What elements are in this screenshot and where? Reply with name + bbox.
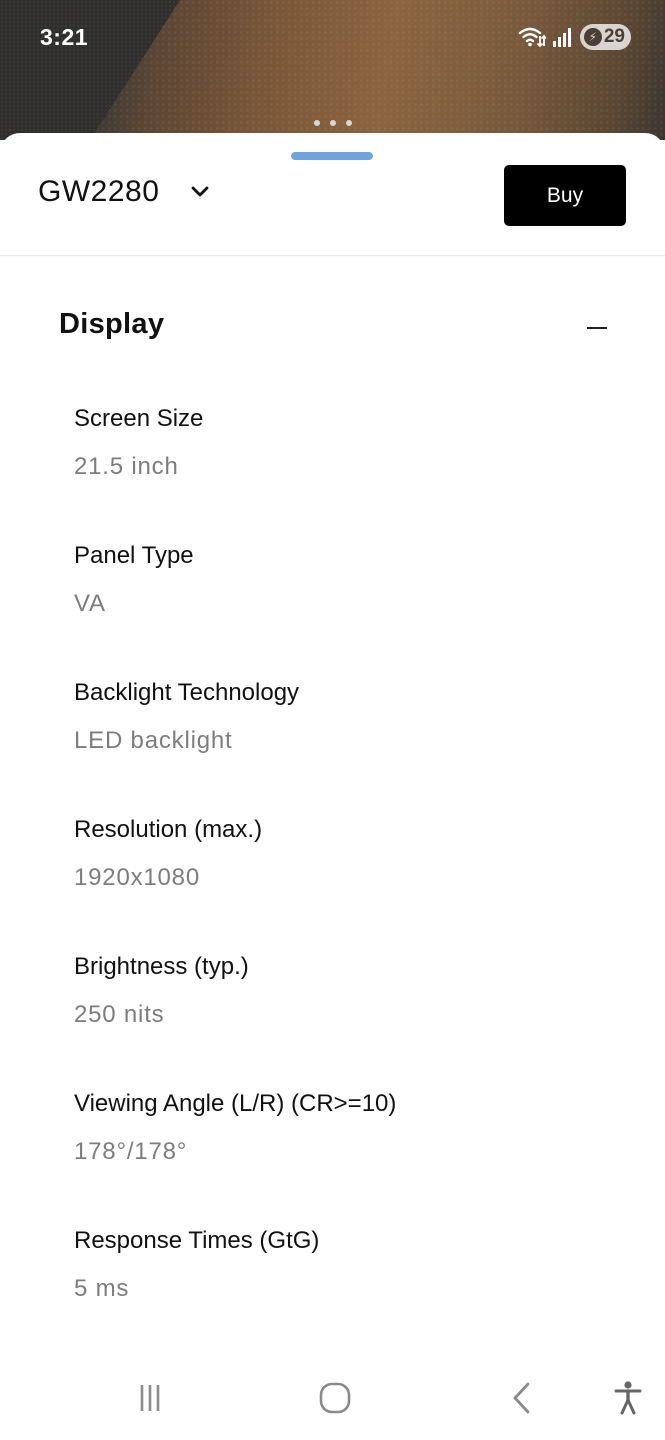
spec-value: VA bbox=[74, 590, 106, 617]
back-icon bbox=[513, 1382, 530, 1414]
spec-value: 178°/178° bbox=[74, 1138, 188, 1165]
screen: 3:21 ⚡ 29 GW2280 Buy Display Screen Size… bbox=[0, 0, 665, 1440]
buy-button[interactable]: Buy bbox=[504, 165, 626, 226]
spec-item: Backlight Technology LED backlight bbox=[74, 677, 634, 814]
signal-icon bbox=[552, 28, 571, 47]
spec-item: Brightness (typ.) 250 nits bbox=[74, 951, 634, 1088]
pager-dot bbox=[313, 120, 320, 126]
recent-apps-icon bbox=[140, 1385, 160, 1411]
bottom-sheet: GW2280 Buy Display Screen Size 21.5 inch… bbox=[0, 133, 665, 1440]
status-time: 3:21 bbox=[40, 24, 89, 50]
spec-label: Panel Type bbox=[74, 542, 194, 569]
display-section-header[interactable]: Display bbox=[0, 293, 665, 363]
sheet-header: GW2280 Buy bbox=[0, 133, 665, 256]
spec-value: 5 ms bbox=[74, 1275, 130, 1302]
pager-dot bbox=[329, 120, 336, 126]
spec-label: Backlight Technology bbox=[74, 679, 300, 706]
spec-value: LED backlight bbox=[74, 727, 233, 754]
spec-label: Screen Size bbox=[74, 405, 204, 432]
spec-item: Screen Size 21.5 inch bbox=[74, 403, 634, 540]
spec-label: Viewing Angle (L/R) (CR>=10) bbox=[74, 1090, 397, 1117]
accessibility-icon bbox=[614, 1381, 642, 1415]
accessibility-button[interactable] bbox=[606, 1376, 650, 1420]
battery-charging-icon: ⚡ bbox=[583, 28, 602, 46]
wifi-icon bbox=[518, 27, 546, 48]
spec-label: Response Times (GtG) bbox=[74, 1227, 320, 1254]
collapse-minus-icon[interactable] bbox=[587, 327, 607, 329]
pager-dot bbox=[345, 120, 352, 126]
status-bar: 3:21 ⚡ 29 bbox=[0, 0, 665, 78]
spec-label: Brightness (typ.) bbox=[74, 953, 249, 980]
model-selector[interactable]: GW2280 bbox=[38, 175, 211, 209]
home-icon bbox=[319, 1382, 351, 1414]
home-button[interactable] bbox=[313, 1376, 357, 1420]
spec-list: Screen Size 21.5 inch Panel Type VA Back… bbox=[74, 403, 634, 1362]
battery-level: 29 bbox=[603, 26, 625, 47]
spec-item: Viewing Angle (L/R) (CR>=10) 178°/178° bbox=[74, 1088, 634, 1225]
back-button[interactable] bbox=[500, 1376, 544, 1420]
spec-value: 250 nits bbox=[74, 1001, 165, 1028]
spec-value: 1920x1080 bbox=[74, 864, 200, 891]
spec-item: Response Times (GtG) 5 ms bbox=[74, 1225, 634, 1362]
recent-apps-button[interactable] bbox=[128, 1376, 172, 1420]
spec-item: Panel Type VA bbox=[74, 540, 634, 677]
chevron-down-icon bbox=[191, 186, 209, 197]
section-title: Display bbox=[59, 308, 165, 340]
model-name: GW2280 bbox=[38, 175, 160, 208]
status-icons: ⚡ 29 bbox=[518, 24, 631, 50]
spec-label: Resolution (max.) bbox=[74, 816, 263, 843]
spec-item: Resolution (max.) 1920x1080 bbox=[74, 814, 634, 951]
navigation-bar bbox=[0, 1352, 665, 1440]
pager-dots bbox=[0, 120, 665, 126]
spec-value: 21.5 inch bbox=[74, 453, 179, 480]
battery-indicator: ⚡ 29 bbox=[579, 24, 631, 50]
